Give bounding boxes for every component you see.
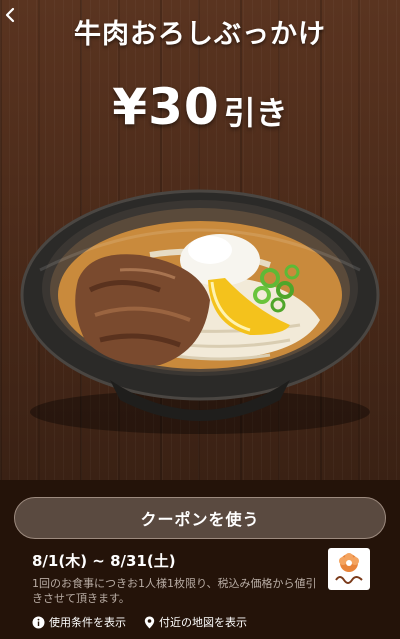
usage-note: 1回のお食事につきお1人様1枚限り、税込み価格から値引きさせて頂きます。 bbox=[32, 577, 317, 605]
discount-suffix: 引き bbox=[223, 94, 288, 132]
info-icon bbox=[32, 616, 45, 628]
brand-logo bbox=[328, 548, 370, 590]
location-pin-icon bbox=[144, 616, 155, 628]
terms-link-label: 使用条件を表示 bbox=[49, 616, 126, 629]
valid-period: 8/1(木) ~ 8/31(土) bbox=[32, 552, 176, 570]
use-coupon-button[interactable]: クーポンを使う bbox=[14, 497, 386, 539]
map-link[interactable]: 付近の地図を表示 bbox=[144, 614, 247, 630]
coupon-links: 使用条件を表示 付近の地図を表示 bbox=[32, 614, 265, 630]
map-link-label: 付近の地図を表示 bbox=[159, 616, 247, 629]
discount-price: ¥30 引き bbox=[0, 78, 400, 136]
udon-bowl-image bbox=[20, 189, 380, 434]
coupon-title: 牛肉おろしぶっかけ bbox=[74, 19, 326, 50]
hero-image: 牛肉おろしぶっかけ ¥30 引き bbox=[0, 0, 400, 480]
discount-amount: ¥30 bbox=[112, 78, 220, 136]
terms-link[interactable]: 使用条件を表示 bbox=[32, 614, 126, 630]
